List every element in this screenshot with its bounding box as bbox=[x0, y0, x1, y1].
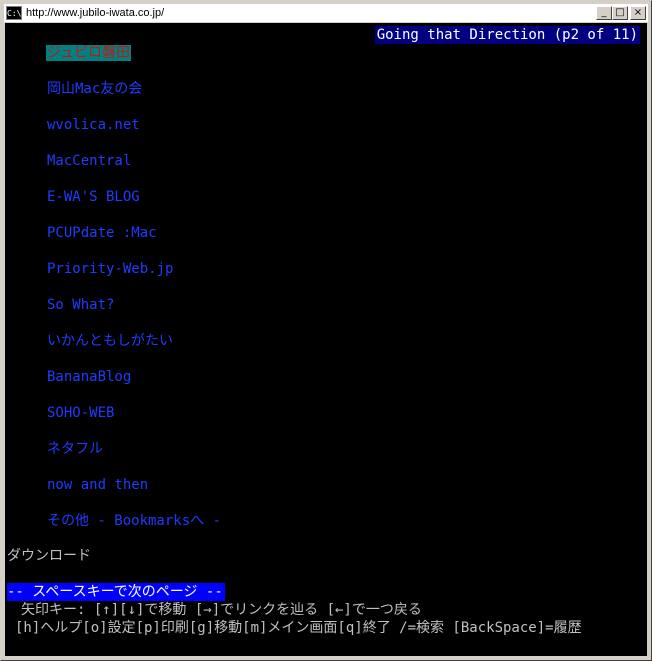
link-label: Priority-Web.jp bbox=[47, 261, 174, 277]
link-item[interactable]: BananaBlog bbox=[46, 367, 222, 403]
link-label: So What? bbox=[47, 297, 115, 313]
title-bar[interactable]: C:\ http://www.jubilo-iwata.co.jp/ _ □ × bbox=[4, 4, 648, 22]
link-item[interactable]: ジュビロ磐田 bbox=[46, 43, 222, 79]
link-list: ジュビロ磐田 岡山Mac友の会 wvolica.net MacCentral E… bbox=[46, 43, 222, 547]
window-controls: _ □ × bbox=[596, 6, 646, 20]
close-button[interactable]: × bbox=[630, 6, 646, 20]
link-item[interactable]: wvolica.net bbox=[46, 115, 222, 151]
link-label: now and then bbox=[47, 477, 149, 493]
link-label: その他 - Bookmarksへ - bbox=[47, 513, 222, 529]
link-label: MacCentral bbox=[47, 153, 132, 169]
terminal-content: Going that Direction (p2 of 11) ジュビロ磐田 岡… bbox=[5, 23, 647, 656]
link-label: wvolica.net bbox=[47, 117, 140, 133]
link-item[interactable]: ネタフル bbox=[46, 439, 222, 475]
link-label: PCUPdate :Mac bbox=[47, 225, 157, 241]
link-item[interactable]: E-WA'S BLOG bbox=[46, 187, 222, 223]
link-label: E-WA'S BLOG bbox=[47, 189, 140, 205]
link-item[interactable]: その他 - Bookmarksへ - bbox=[46, 511, 222, 547]
download-link[interactable]: ダウンロード bbox=[7, 546, 91, 566]
link-label: SOHO-WEB bbox=[47, 405, 115, 421]
link-item[interactable]: SOHO-WEB bbox=[46, 403, 222, 439]
link-item[interactable]: 岡山Mac友の会 bbox=[46, 79, 222, 115]
link-label: いかんともしがたい bbox=[47, 333, 173, 349]
link-item[interactable]: MacCentral bbox=[46, 151, 222, 187]
maximize-button[interactable]: □ bbox=[612, 6, 628, 20]
help-line-arrows: 矢印キー: [↑][↓]で移動 [→]でリンクを辿る [←]で一つ戻る bbox=[21, 602, 422, 618]
status-line: -- スペースキーで次のページ -- bbox=[7, 583, 225, 601]
link-label: ネタフル bbox=[47, 441, 103, 457]
link-item[interactable]: now and then bbox=[46, 475, 222, 511]
link-item[interactable]: So What? bbox=[46, 295, 222, 331]
window-title: http://www.jubilo-iwata.co.jp/ bbox=[26, 7, 165, 19]
link-item[interactable]: いかんともしがたい bbox=[46, 331, 222, 367]
help-line-commands: [h]ヘルプ[o]設定[p]印刷[g]移動[m]メイン画面[q]終了 /=検索 … bbox=[15, 620, 582, 636]
page-indicator: Going that Direction (p2 of 11) bbox=[374, 26, 640, 44]
browser-window: C:\ http://www.jubilo-iwata.co.jp/ _ □ ×… bbox=[0, 0, 652, 661]
minimize-button[interactable]: _ bbox=[596, 6, 612, 20]
link-label: ジュビロ磐田 bbox=[46, 45, 132, 61]
link-label: 岡山Mac友の会 bbox=[47, 81, 143, 97]
link-label: BananaBlog bbox=[47, 369, 132, 385]
link-item[interactable]: Priority-Web.jp bbox=[46, 259, 222, 295]
console-icon[interactable]: C:\ bbox=[6, 6, 22, 20]
link-item[interactable]: PCUPdate :Mac bbox=[46, 223, 222, 259]
